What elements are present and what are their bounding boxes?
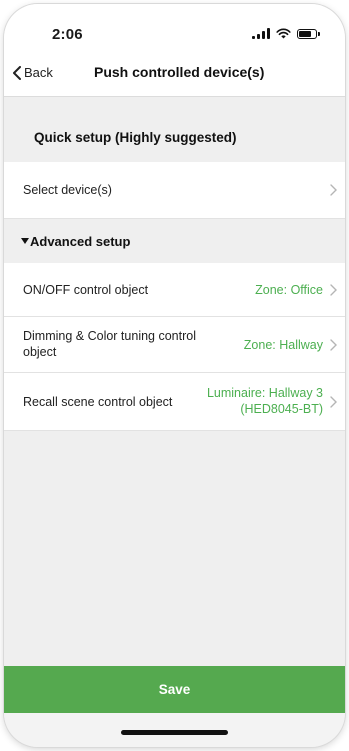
dimming-control-row[interactable]: Dimming & Color tuning control object Zo… xyxy=(4,317,345,373)
status-bar: 2:06 xyxy=(4,4,345,50)
dimming-control-value: Zone: Hallway xyxy=(243,338,323,352)
recall-scene-value: Luminaire: Hallway 3 (HED8045-BT) xyxy=(206,386,323,416)
on-off-control-value: Zone: Office xyxy=(255,283,323,297)
on-off-control-row[interactable]: ON/OFF control object Zone: Office xyxy=(4,263,345,317)
triangle-down-icon xyxy=(21,238,29,244)
advanced-setup-toggle[interactable]: Advanced setup xyxy=(4,219,345,263)
battery-icon xyxy=(297,28,320,39)
chevron-left-icon xyxy=(13,65,21,80)
quick-setup-label: Quick setup (Highly suggested) xyxy=(34,130,237,145)
on-off-control-label: ON/OFF control object xyxy=(23,283,149,297)
settings-list: Quick setup (Highly suggested) Select de… xyxy=(4,97,345,431)
quick-setup-header: Quick setup (Highly suggested) xyxy=(4,116,345,162)
chevron-right-icon xyxy=(330,284,337,296)
select-devices-label: Select device(s) xyxy=(23,183,112,197)
status-time: 2:06 xyxy=(52,26,83,43)
page-title: Push controlled device(s) xyxy=(94,64,265,80)
recall-scene-row[interactable]: Recall scene control object Luminaire: H… xyxy=(4,373,345,431)
back-label: Back xyxy=(24,65,53,80)
save-label: Save xyxy=(158,682,191,697)
wifi-icon xyxy=(276,28,291,39)
phone-frame: 2:06 Back Push controlled device(s) Quic… xyxy=(4,4,345,747)
home-indicator-area xyxy=(4,713,345,747)
chevron-right-icon xyxy=(330,396,337,408)
advanced-setup-label: Advanced setup xyxy=(30,234,131,249)
back-button[interactable]: Back xyxy=(12,65,53,80)
signal-icon xyxy=(252,28,270,39)
home-indicator[interactable] xyxy=(121,730,228,735)
dimming-control-label: Dimming & Color tuning control object xyxy=(23,329,196,359)
top-spacer xyxy=(4,97,345,116)
save-button[interactable]: Save xyxy=(4,666,345,713)
recall-scene-label: Recall scene control object xyxy=(23,395,173,409)
navigation-bar: Back Push controlled device(s) xyxy=(4,50,345,97)
chevron-right-icon xyxy=(330,339,337,351)
battery-level xyxy=(299,30,311,37)
chevron-right-icon xyxy=(330,184,337,196)
status-icons xyxy=(252,28,320,39)
select-devices-row[interactable]: Select device(s) xyxy=(4,162,345,219)
